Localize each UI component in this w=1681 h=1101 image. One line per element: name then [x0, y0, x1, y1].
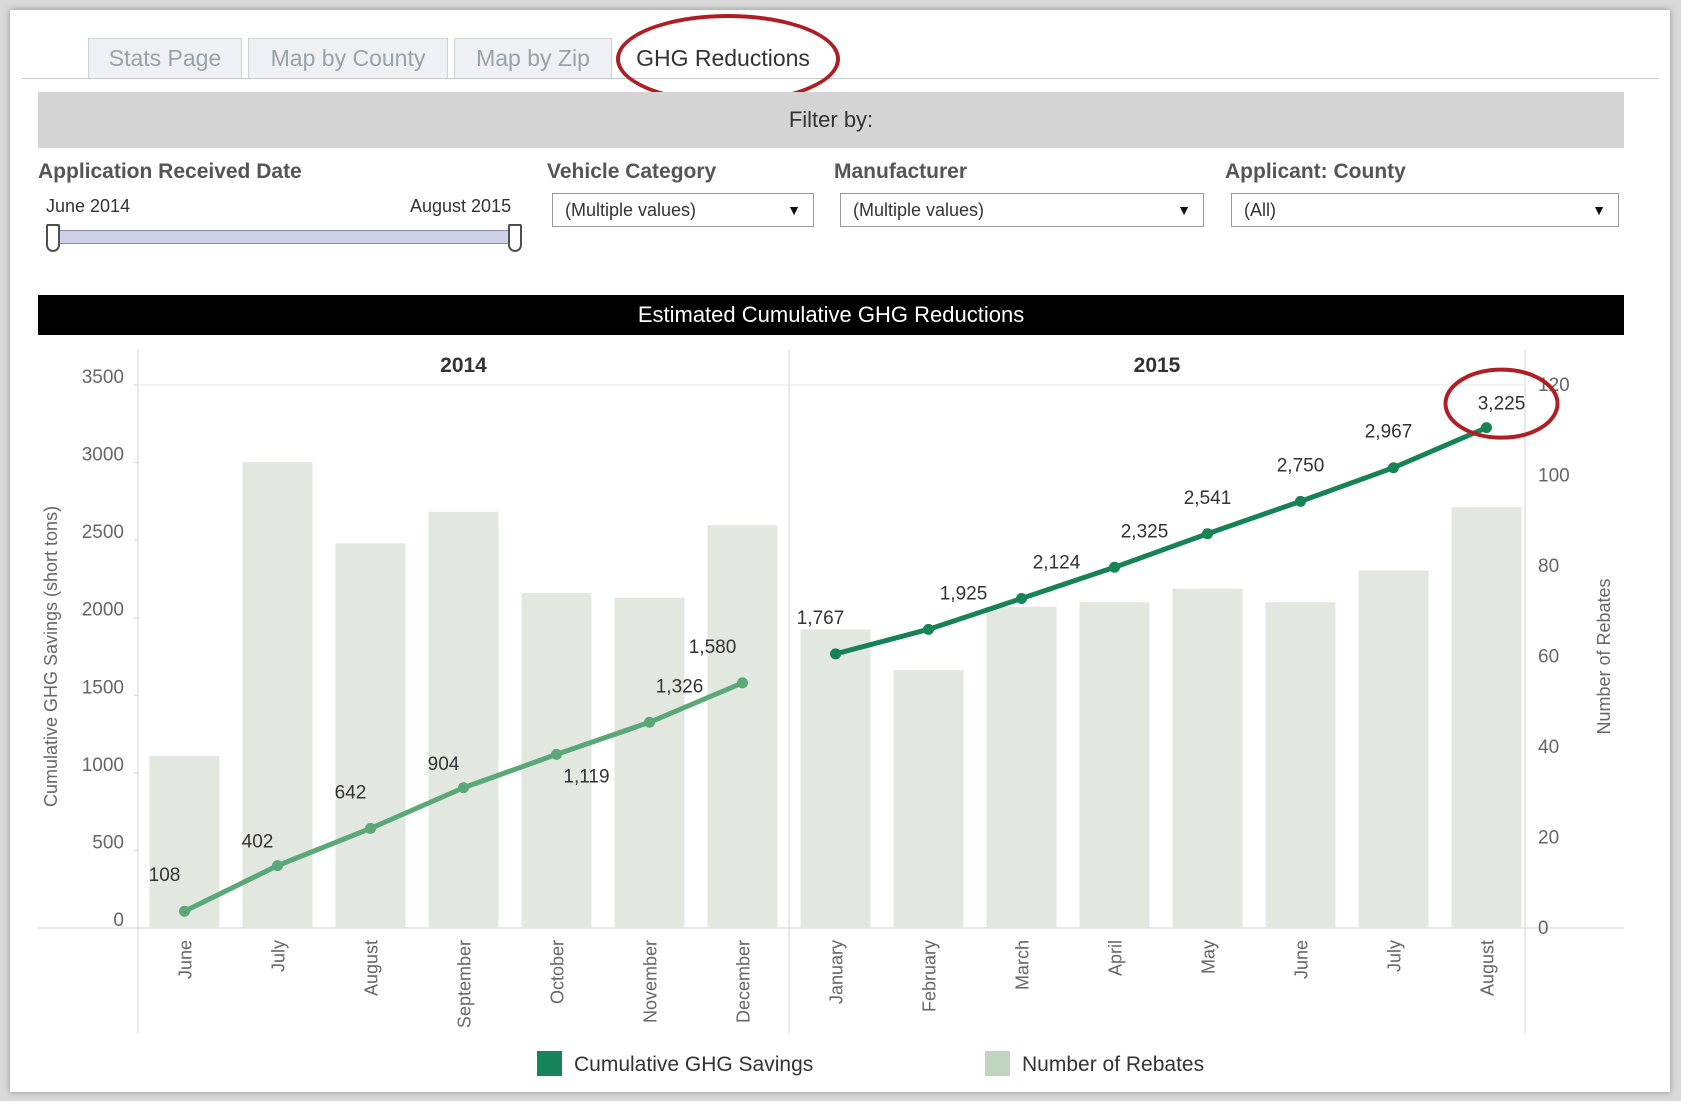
- legend-swatch-rebates: [985, 1051, 1010, 1076]
- bar-november-5: [614, 597, 685, 928]
- x-tick-label-november: November: [641, 940, 661, 1023]
- data-label-3: 904: [428, 754, 460, 775]
- bar-august-14: [1451, 507, 1522, 928]
- line-point-10: [1109, 561, 1120, 573]
- x-tick-label-june: June: [1292, 940, 1312, 979]
- x-tick-label-august: August: [362, 940, 382, 996]
- x-tick-label-september: September: [455, 940, 475, 1028]
- panel-header-2014: 2014: [440, 354, 487, 377]
- left-tick-label: 1000: [82, 755, 124, 776]
- data-label-10: 2,325: [1121, 521, 1169, 542]
- right-tick-label: 0: [1538, 918, 1549, 939]
- bar-september-3: [428, 511, 499, 928]
- x-tick-label-june: June: [176, 940, 196, 979]
- left-tick-label: 500: [92, 832, 124, 853]
- x-tick-label-april: April: [1106, 940, 1126, 976]
- bar-january-7: [800, 629, 871, 928]
- left-tick-label: 0: [113, 910, 124, 931]
- bar-june-0: [149, 756, 220, 928]
- legend-label-rebates: Number of Rebates: [1022, 1053, 1205, 1076]
- x-tick-label-february: February: [920, 940, 940, 1012]
- left-tick-label: 3500: [82, 367, 124, 388]
- bar-august-2: [335, 543, 406, 928]
- left-tick-label: 2500: [82, 522, 124, 543]
- left-tick-label: 2000: [82, 600, 124, 621]
- bar-march-9: [986, 606, 1057, 928]
- data-label-2: 642: [335, 782, 367, 803]
- legend-label-ghg-savings: Cumulative GHG Savings: [574, 1053, 814, 1076]
- data-label-11: 2,541: [1184, 488, 1232, 509]
- x-tick-label-october: October: [548, 940, 568, 1004]
- line-point-9: [1016, 592, 1027, 604]
- line-point-3: [458, 782, 469, 794]
- line-point-6: [737, 677, 748, 689]
- y-left-axis-title: Cumulative GHG Savings (short tons): [41, 506, 61, 807]
- data-label-13: 2,967: [1365, 422, 1413, 443]
- line-point-1: [272, 860, 283, 872]
- data-label-9: 2,124: [1033, 552, 1081, 573]
- line-point-4: [551, 748, 562, 760]
- line-point-14: [1481, 422, 1492, 434]
- line-point-12: [1295, 495, 1306, 507]
- line-point-0: [179, 905, 190, 917]
- right-tick-label: 60: [1538, 647, 1559, 668]
- ghg-chart: 2014 2015 0 500 1000 1500 2000 2500 3000 3500 0 20 4…: [38, 350, 1624, 1033]
- data-label-8: 1,925: [940, 583, 988, 604]
- bar-may-11: [1172, 588, 1243, 928]
- x-tick-label-december: December: [734, 940, 754, 1023]
- data-label-14: 3,225: [1478, 394, 1526, 415]
- panel-header-2015: 2015: [1134, 354, 1181, 377]
- line-point-11: [1202, 528, 1213, 540]
- data-label-4: 1,119: [563, 766, 609, 787]
- bar-june-12: [1265, 602, 1336, 928]
- line-point-7: [830, 648, 841, 660]
- bar-july-13: [1358, 570, 1429, 928]
- right-tick-label: 40: [1538, 737, 1559, 758]
- x-tick-label-march: March: [1013, 940, 1033, 990]
- left-tick-label: 3000: [82, 445, 124, 466]
- line-point-2: [365, 822, 376, 834]
- left-tick-label: 1500: [82, 677, 124, 698]
- line-point-8: [923, 623, 934, 635]
- right-tick-label: 20: [1538, 828, 1559, 849]
- legend-item-ghg-savings: Cumulative GHG Savings: [537, 1051, 813, 1077]
- x-tick-label-july: July: [1385, 940, 1405, 972]
- right-tick-label: 80: [1538, 556, 1559, 577]
- legend-swatch-ghg-savings: [537, 1051, 562, 1076]
- bar-april-10: [1079, 602, 1150, 928]
- bar-december-6: [707, 525, 778, 928]
- line-point-13: [1388, 462, 1399, 474]
- line-point-5: [644, 716, 655, 728]
- data-label-5: 1,326: [656, 676, 704, 697]
- data-label-7: 1,767: [797, 608, 845, 629]
- data-label-6: 1,580: [689, 637, 737, 658]
- x-tick-label-may: May: [1199, 940, 1219, 974]
- x-tick-label-august: August: [1478, 940, 1498, 996]
- y-right-axis-title: Number of Rebates: [1594, 578, 1614, 734]
- right-tick-label: 100: [1538, 466, 1570, 487]
- bar-february-8: [893, 670, 964, 928]
- x-tick-label-january: January: [827, 940, 847, 1004]
- data-label-0: 108: [149, 865, 181, 886]
- x-tick-label-july: July: [269, 940, 289, 972]
- data-label-1: 402: [242, 832, 274, 853]
- legend-item-rebates: Number of Rebates: [985, 1051, 1204, 1077]
- data-label-12: 2,750: [1277, 455, 1325, 476]
